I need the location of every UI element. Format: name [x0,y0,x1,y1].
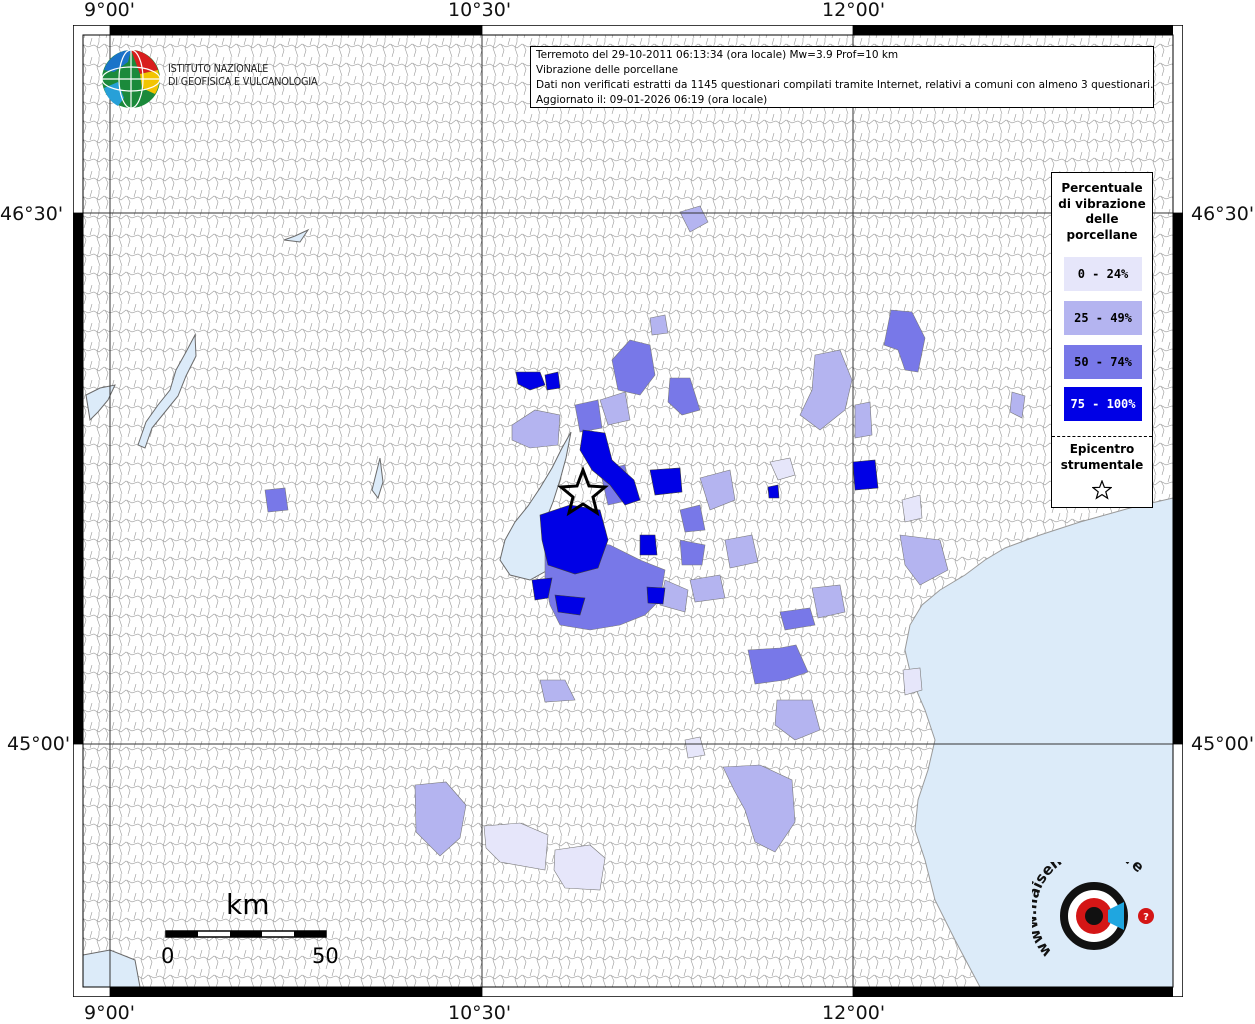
lon-label-10-30-bottom: 10°30' [448,1002,512,1024]
parameter-line: Vibrazione delle porcellane [536,64,679,76]
scale-bar-start: 0 [161,944,175,968]
intensity-map[interactable] [73,25,1183,997]
haisentito-logo-icon[interactable]: ? www.haisentitoilterremoto.it [1032,862,1162,972]
legend-class-25-49: 25 - 49% [1064,301,1142,335]
lat-label-46-30-left: 46°30' [0,203,64,225]
lat-label-45-left: 45°00' [7,733,71,755]
epicenter-label-line: Epicentro [1069,442,1135,456]
municipality-polygon[interactable] [639,534,658,556]
lon-label-9-bottom: 9°00' [84,1002,135,1024]
legend-title-line: Percentuale [1061,181,1143,195]
legend-title-line: delle [1085,212,1119,226]
lon-label-12-bottom: 12°00' [822,1002,886,1024]
municipality-polygon[interactable] [574,399,603,433]
municipality-polygon[interactable] [544,371,561,391]
municipality-polygon[interactable] [264,487,289,513]
legend-class-0-24: 0 - 24% [1064,257,1142,291]
svg-text:?: ? [1143,912,1149,923]
municipality-polygon[interactable] [767,484,780,499]
epicenter-legend-label: Epicentro strumentale [1052,442,1152,473]
legend: Percentuale di vibrazione delle porcella… [1051,172,1153,508]
legend-title-line: di vibrazione [1058,196,1146,211]
updated-line: Aggiornato il: 09-01-2026 06:19 (ora loc… [536,94,768,106]
ingv-line1: ISTITUTO NAZIONALE [168,63,269,75]
municipality-polygon[interactable] [646,586,666,605]
municipality-polygon[interactable] [852,459,879,491]
municipality-polygon[interactable] [649,314,669,336]
scale-bar-end: 50 [312,944,339,968]
legend-title-line: porcellane [1066,227,1138,242]
lon-label-12-top: 12°00' [822,0,886,21]
event-line: Terremoto del 29-10-2011 06:13:34 (ora l… [536,49,899,61]
scale-bar-unit: km [226,888,270,921]
municipality-polygon[interactable] [724,534,759,569]
municipality-polygon[interactable] [854,401,873,439]
lon-label-10-30-top: 10°30' [448,0,512,21]
municipality-polygon[interactable] [901,494,923,523]
municipality-polygon[interactable] [689,574,726,603]
data-note-line: Dati non verificati estratti da 1145 que… [536,79,1154,91]
municipality-polygon[interactable] [554,594,586,616]
legend-class-75-100: 75 - 100% [1064,387,1142,421]
ingv-globe-icon [101,49,161,109]
municipality-polygon[interactable] [902,667,923,696]
lat-label-46-30-right: 46°30' [1191,203,1255,225]
ingv-logo-text: ISTITUTO NAZIONALE DI GEOFISICA E VULCAN… [168,63,318,89]
lon-label-9-top: 9°00' [84,0,135,21]
legend-title: Percentuale di vibrazione delle porcella… [1052,181,1152,243]
star-outline-icon [1092,480,1112,500]
legend-divider [1052,436,1152,437]
scale-bar [165,930,327,938]
epicenter-label-line: strumentale [1060,457,1144,472]
event-info-box: Terremoto del 29-10-2011 06:13:34 (ora l… [530,46,1154,108]
municipality-polygon[interactable] [539,504,609,575]
ingv-line2: DI GEOFISICA E VULCANOLOGIA [168,76,318,88]
legend-class-50-74: 50 - 74% [1064,345,1142,379]
municipality-polygon[interactable] [649,467,683,496]
lat-label-45-right: 45°00' [1191,733,1255,755]
municipality-polygon[interactable] [811,584,846,619]
